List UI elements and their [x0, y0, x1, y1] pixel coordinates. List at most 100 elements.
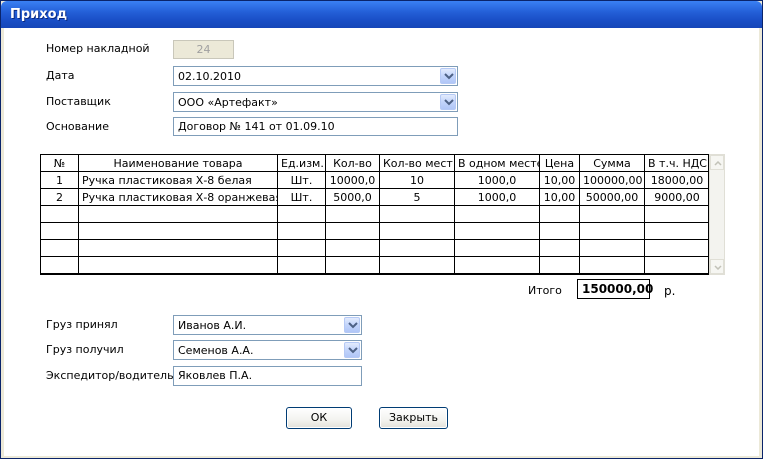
cell-empty[interactable] [379, 222, 455, 240]
col-header-per-place[interactable]: В одном месте [454, 154, 540, 172]
cell-empty[interactable] [644, 256, 710, 274]
col-header-price[interactable]: Цена [539, 154, 580, 172]
cell-empty[interactable] [379, 256, 455, 274]
col-header-number[interactable]: № [40, 154, 79, 172]
cell-empty[interactable] [40, 205, 79, 223]
cell-empty[interactable] [78, 205, 278, 223]
cell-empty[interactable] [40, 256, 79, 274]
cell-empty[interactable] [40, 239, 79, 257]
cell-empty[interactable] [539, 239, 580, 257]
cargo-received-combo[interactable]: Семенов А.А. [173, 340, 362, 360]
invoice-number-label: Номер накладной [46, 42, 150, 55]
cell-empty[interactable] [644, 239, 710, 257]
col-header-sum[interactable]: Сумма [579, 154, 645, 172]
date-dropdown-button[interactable] [440, 68, 456, 84]
cell-empty[interactable] [40, 222, 79, 240]
cell-empty[interactable] [78, 239, 278, 257]
cell-empty[interactable] [277, 205, 326, 223]
supplier-combo[interactable]: ООО «Артефакт» [173, 92, 458, 112]
cell-empty[interactable] [454, 205, 540, 223]
cell-price[interactable]: 10,00 [539, 171, 580, 189]
cargo-accepted-dropdown-button[interactable] [344, 317, 360, 333]
chevron-down-icon [714, 265, 722, 270]
cell-qty[interactable]: 5000,0 [325, 188, 380, 206]
cell-empty[interactable] [579, 205, 645, 223]
basis-label: Основание [46, 120, 109, 133]
table-row[interactable] [40, 205, 710, 223]
chevron-up-icon [714, 161, 722, 166]
title-bar[interactable]: Приход [1, 1, 762, 28]
table-row[interactable] [40, 256, 710, 274]
cell-empty[interactable] [579, 239, 645, 257]
cell-empty[interactable] [454, 222, 540, 240]
cargo-received-label: Груз получил [46, 343, 124, 356]
cell-empty[interactable] [325, 239, 380, 257]
cargo-accepted-label: Груз принял [46, 318, 118, 331]
window-title: Приход [10, 7, 68, 22]
supplier-label: Поставщик [46, 95, 111, 108]
cell-empty[interactable] [325, 222, 380, 240]
col-header-places[interactable]: Кол-во мест [379, 154, 455, 172]
col-header-vat[interactable]: В т.ч. НДС [644, 154, 710, 172]
basis-input[interactable]: Договор № 141 от 01.09.10 [173, 117, 458, 136]
cell-number[interactable]: 1 [40, 171, 79, 189]
chevron-down-icon [348, 347, 358, 354]
cell-empty[interactable] [277, 239, 326, 257]
scroll-up-button[interactable] [710, 155, 724, 170]
cell-name[interactable]: Ручка пластиковая Х-8 белая [78, 171, 278, 189]
cell-empty[interactable] [277, 256, 326, 274]
col-header-qty[interactable]: Кол-во [325, 154, 380, 172]
cell-empty[interactable] [454, 256, 540, 274]
cell-unit[interactable]: Шт. [277, 188, 326, 206]
table-scrollbar[interactable] [709, 154, 725, 275]
cell-empty[interactable] [78, 222, 278, 240]
cell-per-place[interactable]: 1000,0 [454, 171, 540, 189]
cell-empty[interactable] [454, 239, 540, 257]
cell-places[interactable]: 10 [379, 171, 455, 189]
table-row[interactable] [40, 239, 710, 257]
cell-empty[interactable] [579, 222, 645, 240]
cargo-received-dropdown-button[interactable] [344, 342, 360, 358]
cargo-accepted-combo[interactable]: Иванов А.И. [173, 315, 362, 335]
cell-vat[interactable]: 9000,00 [644, 188, 710, 206]
cell-vat[interactable]: 18000,00 [644, 171, 710, 189]
supplier-dropdown-button[interactable] [440, 94, 456, 110]
date-value: 02.10.2010 [178, 70, 241, 83]
cell-name[interactable]: Ручка пластиковая Х-8 оранжевая [78, 188, 278, 206]
col-header-unit[interactable]: Ед.изм. [277, 154, 326, 172]
cell-empty[interactable] [379, 205, 455, 223]
form-body: Номер накладной 24 Дата 02.10.2010 Поста… [4, 28, 759, 456]
ok-button[interactable]: ОК [286, 407, 352, 429]
driver-input[interactable]: Яковлев П.А. [173, 366, 362, 386]
date-combo[interactable]: 02.10.2010 [173, 66, 458, 86]
total-currency: р. [664, 284, 676, 298]
table-row[interactable]: 2 Ручка пластиковая Х-8 оранжевая Шт. 50… [40, 188, 710, 206]
cell-unit[interactable]: Шт. [277, 171, 326, 189]
cell-empty[interactable] [579, 256, 645, 274]
date-label: Дата [46, 69, 75, 82]
close-button[interactable]: Закрыть [379, 407, 448, 429]
cell-sum[interactable]: 50000,00 [579, 188, 645, 206]
cell-empty[interactable] [277, 222, 326, 240]
cell-empty[interactable] [78, 256, 278, 274]
table-row[interactable] [40, 222, 710, 240]
col-header-name[interactable]: Наименование товара [78, 154, 278, 172]
cell-price[interactable]: 10,00 [539, 188, 580, 206]
cell-number[interactable]: 2 [40, 188, 79, 206]
cell-empty[interactable] [325, 256, 380, 274]
cell-sum[interactable]: 100000,00 [579, 171, 645, 189]
cell-empty[interactable] [379, 239, 455, 257]
cell-places[interactable]: 5 [379, 188, 455, 206]
scroll-down-button[interactable] [710, 259, 724, 274]
cell-empty[interactable] [644, 205, 710, 223]
driver-label: Экспедитор/водитель [46, 369, 174, 382]
cell-qty[interactable]: 10000,0 [325, 171, 380, 189]
table-row[interactable]: 1 Ручка пластиковая Х-8 белая Шт. 10000,… [40, 171, 710, 189]
cell-empty[interactable] [539, 222, 580, 240]
cell-empty[interactable] [539, 205, 580, 223]
cell-empty[interactable] [325, 205, 380, 223]
cell-empty[interactable] [644, 222, 710, 240]
cargo-accepted-value: Иванов А.И. [178, 319, 247, 332]
cell-empty[interactable] [539, 256, 580, 274]
cell-per-place[interactable]: 1000,0 [454, 188, 540, 206]
